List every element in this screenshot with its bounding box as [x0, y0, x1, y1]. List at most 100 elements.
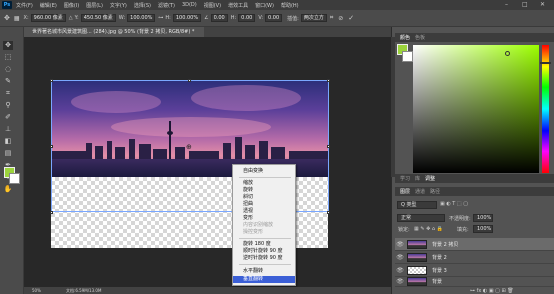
ctx-free-transform[interactable]: 自由变换 [233, 168, 295, 175]
menu-3d[interactable]: 3D(D) [182, 2, 197, 8]
y-field[interactable]: 450.50 像素 [80, 14, 116, 22]
visibility-eye-icon[interactable]: 👁 [395, 267, 405, 274]
transform-handle[interactable] [188, 79, 191, 82]
layer-row[interactable]: 👁 背景 3 [395, 264, 554, 277]
vskew-field[interactable]: 0.00 [265, 14, 283, 22]
hand-tool-icon[interactable]: ✋ [3, 185, 13, 194]
ctx-rotate-90-ccw[interactable]: 逆时针旋转 90 度 [233, 255, 295, 262]
menu-view[interactable]: 视图(V) [204, 2, 221, 9]
transform-handle[interactable] [50, 211, 53, 214]
ctx-flip-horizontal[interactable]: 水平翻转 [233, 268, 295, 275]
eraser-tool-icon[interactable]: ◧ [3, 137, 13, 146]
visibility-eye-icon[interactable]: 👁 [395, 241, 405, 248]
ctx-skew[interactable]: 斜切 [233, 194, 295, 201]
h-field[interactable]: 100.00% [172, 14, 202, 22]
link-icon[interactable]: ⊶ [158, 15, 163, 21]
tab-adjustments[interactable]: 调整 [425, 175, 435, 182]
ctx-scale[interactable]: 缩放 [233, 180, 295, 187]
interpolation-select[interactable]: 两次立方 [300, 14, 327, 22]
document-info[interactable]: 文档:6.59M/13.0M [66, 287, 101, 294]
stamp-tool-icon[interactable]: ⊥ [3, 125, 13, 134]
transform-handle[interactable] [327, 79, 330, 82]
eyedropper-tool-icon[interactable]: ⚲ [3, 101, 13, 110]
collapsed-panel-strip [391, 37, 395, 177]
menu-file[interactable]: 文件(F) [16, 2, 33, 9]
crop-tool-icon[interactable]: ⌗ [3, 89, 13, 98]
document-tab[interactable]: 世界著名城市风景建筑图... (284).jpg @ 50% (背景 2 拷贝,… [24, 27, 204, 37]
layer-row[interactable]: 👁 背景 2 [395, 251, 554, 264]
menu-filter[interactable]: 滤镜(T) [158, 2, 175, 9]
layer-filter-icons[interactable]: ▣ ◐ T ⬚ ▢ [440, 201, 468, 207]
visibility-eye-icon[interactable]: 👁 [395, 254, 405, 261]
tab-channels[interactable]: 通道 [415, 188, 425, 195]
visibility-eye-icon[interactable]: 👁 [395, 278, 405, 285]
cancel-transform-icon[interactable]: ⊘ [338, 15, 343, 22]
tab-learn[interactable]: 学习 [400, 175, 410, 182]
menu-plugins[interactable]: 增效工具 [228, 2, 248, 9]
background-color-swatch[interactable] [9, 173, 20, 184]
warp-icon[interactable]: ⌗ [330, 14, 333, 22]
zoom-level[interactable]: 50% [32, 287, 41, 294]
menu-image[interactable]: 图像(I) [64, 2, 79, 9]
tab-swatches[interactable]: 色板 [415, 34, 425, 41]
x-field[interactable]: 960.00 像素 [30, 14, 66, 22]
layer-row[interactable]: 👁 背景 2 拷贝 [395, 238, 554, 251]
fill-field[interactable]: 100% [473, 225, 493, 233]
w-field[interactable]: 100.00% [127, 14, 156, 22]
layer-kind-filter[interactable]: Q 类型 [397, 201, 437, 209]
color-picker-cursor[interactable] [505, 51, 510, 56]
close-icon[interactable]: ✕ [540, 1, 545, 8]
menu-layer[interactable]: 图层(L) [86, 2, 103, 9]
gradient-tool-icon[interactable]: ▤ [3, 149, 13, 158]
ctx-perspective[interactable]: 透视 [233, 208, 295, 215]
lock-icons[interactable]: ▦ ✎ ✥ ⌂ 🔒 [414, 226, 443, 232]
commit-transform-icon[interactable]: ✓ [348, 14, 354, 22]
move-tool-icon[interactable]: ✥ [3, 41, 13, 50]
hskew-label: H: [230, 15, 237, 21]
quick-select-tool-icon[interactable]: ✎ [3, 77, 13, 86]
ctx-flip-vertical[interactable]: 垂直翻转 [233, 276, 295, 283]
maximize-icon[interactable]: □ [522, 1, 528, 8]
angle-field[interactable]: 0.00 [210, 14, 228, 22]
transform-handle[interactable] [50, 145, 53, 148]
transform-handle[interactable] [327, 211, 330, 214]
reference-point-icon[interactable]: ▦ [14, 15, 20, 22]
menu-help[interactable]: 帮助(H) [281, 2, 299, 9]
ctx-warp[interactable]: 变形 [233, 215, 295, 222]
layer-row[interactable]: 👁 背景 [395, 277, 554, 287]
lasso-tool-icon[interactable]: ◌ [3, 65, 13, 74]
tab-paths[interactable]: 路径 [430, 188, 440, 195]
menu-type[interactable]: 文字(Y) [110, 2, 127, 9]
menu-select[interactable]: 选择(S) [134, 2, 151, 9]
ctx-rotate-90-cw[interactable]: 顺时针旋转 90 度 [233, 248, 295, 255]
tab-layers[interactable]: 图层 [400, 188, 410, 195]
tab-libraries[interactable]: 库 [415, 175, 420, 182]
ctx-rotate[interactable]: 旋转 [233, 187, 295, 194]
layer-thumbnail [407, 252, 427, 262]
layer-name: 背景 [432, 279, 443, 285]
hue-slider[interactable] [542, 45, 549, 173]
ctx-distort[interactable]: 扭曲 [233, 201, 295, 208]
layer-thumbnail [407, 277, 427, 286]
minimize-icon[interactable]: – [505, 1, 508, 8]
hue-slider-marker[interactable] [540, 62, 551, 64]
menu-window[interactable]: 窗口(W) [255, 2, 274, 9]
angle-icon: ∠ [204, 15, 209, 21]
brush-tool-icon[interactable]: ✐ [3, 113, 13, 122]
pivot-point-icon[interactable]: ⊕ [186, 143, 192, 151]
layer-actions-icons[interactable]: ⊶ fx ◐ ▣ ▢ ⊞ 🗑 [470, 288, 514, 294]
opacity-field[interactable]: 100% [473, 214, 493, 222]
hskew-field[interactable]: 0.00 [238, 14, 256, 22]
color-field[interactable] [413, 45, 539, 173]
menu-edit[interactable]: 编辑(E) [40, 2, 57, 9]
transform-handle[interactable] [50, 79, 53, 82]
marquee-tool-icon[interactable]: ⬚ [3, 53, 13, 62]
blend-mode-select[interactable]: 正常 [397, 214, 445, 222]
ctx-rotate-180[interactable]: 旋转 180 度 [233, 241, 295, 248]
document-tab-bar: 世界著名城市风景建筑图... (284).jpg @ 50% (背景 2 拷贝,… [24, 27, 391, 37]
move-tool-icon[interactable]: ✥ [4, 14, 10, 22]
delta-icon[interactable]: △ [69, 15, 73, 21]
transform-handle[interactable] [327, 145, 330, 148]
panel-background-swatch[interactable] [402, 51, 413, 62]
tab-color[interactable]: 颜色 [400, 34, 410, 41]
